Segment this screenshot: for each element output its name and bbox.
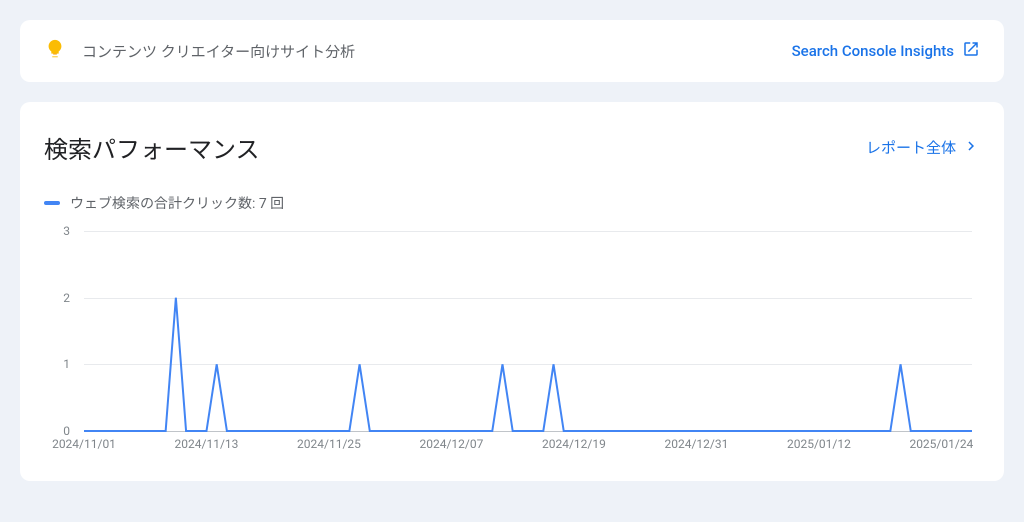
- insights-link[interactable]: Search Console Insights: [792, 40, 980, 62]
- x-tick: 2024/11/13: [175, 437, 239, 451]
- chart-legend: ウェブ検索の合計クリック数: 7 回: [44, 193, 980, 213]
- insights-link-label: Search Console Insights: [792, 42, 954, 60]
- banner-text: コンテンツ クリエイター向けサイト分析: [82, 41, 355, 62]
- card-header: 検索パフォーマンス レポート全体: [44, 130, 980, 165]
- y-tick: 2: [63, 291, 70, 305]
- line-series: [84, 231, 972, 431]
- x-tick: 2024/11/25: [297, 437, 361, 451]
- x-tick: 2025/01/24: [909, 437, 973, 451]
- performance-card: 検索パフォーマンス レポート全体 ウェブ検索の合計クリック数: 7 回 0 1 2 3…: [20, 102, 1004, 481]
- external-link-icon: [962, 40, 980, 62]
- chevron-right-icon: [962, 137, 980, 159]
- plot-area: [84, 231, 972, 431]
- y-tick: 0: [63, 424, 70, 438]
- banner-left: コンテンツ クリエイター向けサイト分析: [44, 38, 355, 64]
- card-title: 検索パフォーマンス: [44, 130, 260, 165]
- x-tick: 2024/12/19: [542, 437, 606, 451]
- series-path: [84, 298, 972, 431]
- y-axis: 0123: [44, 231, 78, 431]
- x-tick: 2024/12/07: [420, 437, 484, 451]
- full-report-label: レポート全体: [866, 137, 956, 158]
- lightbulb-icon: [44, 38, 66, 64]
- x-tick: 2024/11/01: [52, 437, 116, 451]
- legend-label: ウェブ検索の合計クリック数: 7 回: [70, 193, 284, 213]
- y-tick: 3: [63, 224, 70, 238]
- x-axis: 2024/11/012024/11/132024/11/252024/12/07…: [84, 437, 972, 461]
- legend-swatch: [44, 201, 60, 205]
- x-tick: 2024/12/31: [664, 437, 728, 451]
- chart: 0123 2024/11/012024/11/132024/11/252024/…: [44, 231, 980, 461]
- y-tick: 1: [63, 357, 70, 371]
- full-report-link[interactable]: レポート全体: [866, 137, 980, 159]
- insights-banner: コンテンツ クリエイター向けサイト分析 Search Console Insig…: [20, 20, 1004, 82]
- x-tick: 2025/01/12: [787, 437, 851, 451]
